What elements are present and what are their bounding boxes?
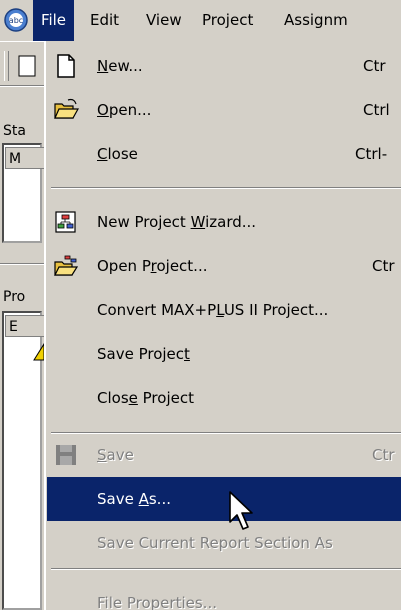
menu-item-save-as[interactable]: Save As... [47,477,401,521]
menu-item-label: Open Project... [97,257,208,275]
app-logo-icon[interactable]: abc [3,7,29,33]
menu-item-convert-maxplus-project[interactable]: Convert MAX+PLUS II Project... [47,288,401,332]
save-disk-icon [56,445,76,465]
menu-item-save: Save Ctr [47,433,401,477]
menu-file[interactable]: File [33,0,74,41]
menu-item-save-project[interactable]: Save Project [47,332,401,376]
menu-separator [51,187,401,189]
menu-item-save-report-section: Save Current Report Section As [47,521,401,565]
menu-item-label: New... [97,57,143,75]
status-panel-label: Sta [3,123,26,139]
menu-item-close[interactable]: Close Ctrl- [47,132,401,176]
menu-item-label: Close Project [97,389,194,407]
menu-item-label: Convert MAX+PLUS II Project... [97,301,329,319]
menu-project[interactable]: Project [194,0,261,41]
menu-item-label: Save Project [97,345,190,363]
svg-text:abc: abc [9,16,23,25]
menu-item-label: Open... [97,101,152,119]
shortcut-text: Ctr [363,57,386,75]
project-panel-label: Pro [3,289,26,305]
menu-separator [51,568,401,570]
file-menu: New... Ctr Open... Ctrl Close Ctrl- New … [44,41,401,610]
status-column-header[interactable]: M [5,147,45,169]
menu-bar: abc File Edit View Project Assignm [0,0,401,42]
menu-item-label: Save [97,446,134,464]
menu-item-label: Save As... [97,490,171,508]
menu-edit[interactable]: Edit [82,0,127,41]
menu-item-open[interactable]: Open... Ctrl [47,88,401,132]
background-window: Sta M Pro E [0,41,45,610]
menu-view[interactable]: View [138,0,190,41]
new-file-toolbar-icon[interactable] [14,53,40,79]
open-folder-icon [54,98,79,119]
shortcut-text: Ctr [372,446,395,464]
new-document-icon [57,54,75,78]
menu-item-new-project-wizard[interactable]: New Project Wizard... [47,200,401,244]
menu-item-label: Save Current Report Section As [97,534,333,552]
messages-column-header[interactable]: E [5,315,45,337]
menu-assignments[interactable]: Assignm [276,0,356,41]
mouse-pointer-icon [229,491,253,530]
open-project-icon [54,255,79,276]
toolbar-grip[interactable] [4,51,9,81]
shortcut-text: Ctrl [363,101,390,119]
menu-item-close-project[interactable]: Close Project [47,376,401,420]
shortcut-text: Ctr [372,257,395,275]
shortcut-text: Ctrl- [355,145,388,163]
menu-item-label: Close [97,145,138,163]
menu-item-new[interactable]: New... Ctr [47,44,401,88]
divider [0,85,44,87]
project-wizard-icon [55,211,76,233]
menu-item-label: New Project Wizard... [97,213,257,231]
menu-item-label: File Properties... [97,594,217,610]
menu-item-file-properties: File Properties... [47,581,401,610]
menu-item-open-project[interactable]: Open Project... Ctr [47,244,401,288]
divider [0,263,44,265]
warning-icon [33,343,44,361]
